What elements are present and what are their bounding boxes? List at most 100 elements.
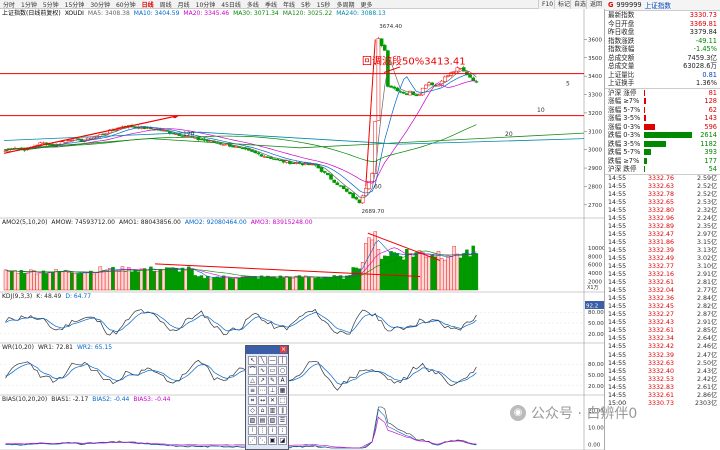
candle-body — [319, 167, 324, 172]
draw-tool-button[interactable]: ◪ — [278, 436, 287, 445]
candle-body — [389, 85, 393, 88]
draw-tool-button[interactable]: │ — [278, 356, 287, 365]
period-tab-0[interactable]: 分时 — [0, 0, 18, 9]
tick-list[interactable]: 14:55 3332.76 2.59 亿 14:55 3332.63 2.52 亿 14:55 3… — [605, 173, 720, 408]
toolbox-titlebar[interactable]: × — [246, 346, 288, 354]
draw-tool-button[interactable]: ≡ — [248, 386, 257, 395]
draw-tool-button[interactable]: ▥ — [268, 406, 277, 415]
tick-volume: 2.64 — [696, 335, 711, 343]
draw-tool-button[interactable]: ∿ — [258, 366, 267, 375]
tick-unit: 亿 — [711, 271, 718, 279]
kdj-d-label: D: 64.77 — [65, 293, 92, 300]
draw-tool-button[interactable]: ↔ — [258, 396, 267, 405]
volume-bar — [322, 276, 327, 291]
draw-tool-button[interactable]: A — [278, 376, 287, 385]
draw-tool-button[interactable]: ▦ — [278, 386, 287, 395]
tick-price: 3331.86 — [647, 238, 674, 246]
amow-label: AMOW: 74593712.00 — [51, 219, 116, 226]
period-tab-5[interactable]: 60分钟 — [113, 0, 139, 9]
draw-tool-button[interactable]: ⦚ — [248, 426, 257, 435]
tick-row: 14:55 3332.61 2.81 亿 — [605, 279, 720, 287]
draw-tool-button[interactable]: ╲ — [258, 356, 267, 365]
tick-time: 14:55 — [608, 263, 627, 271]
period-tab-16[interactable]: 多周期 — [333, 0, 357, 9]
chart-panel[interactable]: 3600 3500 3400 3300 3200 3100 3000 2900 2800 2700… — [0, 9, 606, 450]
tick-row: 14:55 3332.49 3.02 亿 — [605, 255, 720, 263]
draw-tool-button[interactable]: ⊥ — [268, 386, 277, 395]
draw-tool-button[interactable]: ⋱ — [258, 436, 267, 445]
period-tab-11[interactable]: 多线 — [244, 0, 262, 9]
period-tab-12[interactable]: 季线 — [262, 0, 280, 9]
draw-tool-button[interactable]: △ — [248, 376, 257, 385]
tick-volume: 3.15 — [696, 238, 711, 246]
volume-bar — [168, 267, 172, 291]
draw-tool-button[interactable]: ↗ — [258, 376, 267, 385]
period-tab-1[interactable]: 1分钟 — [18, 0, 40, 9]
volume-bar — [269, 277, 273, 291]
volume-bar — [63, 269, 68, 291]
volume-bar — [22, 272, 27, 291]
draw-tool-button[interactable]: ⌂ — [258, 406, 267, 415]
index-code: 999999 — [616, 1, 642, 9]
draw-tool-button[interactable]: ▨ — [248, 416, 257, 425]
tick-volume: 2.50 — [696, 359, 711, 367]
tick-volume: 2.53 — [696, 198, 711, 206]
period-tab-6[interactable]: 日线 — [139, 0, 157, 9]
breadth-row: 涨幅 0-3% 596 — [605, 123, 720, 132]
draw-tool-button[interactable]: ▭ — [268, 366, 277, 375]
draw-tool-button[interactable]: ↖ — [248, 356, 257, 365]
draw-tool-button[interactable]: ⋯ — [258, 386, 267, 395]
volume-bar — [60, 271, 65, 291]
period-tab-15[interactable]: 15秒 — [314, 0, 334, 9]
breadth-count: 54 — [708, 165, 717, 173]
draw-tool-button[interactable]: ⋮ — [258, 426, 267, 435]
drawing-toolbox[interactable]: × ↖ ╲ — │ ⌒ ∿ ▭ ○ △ ↗ ✎ A ≡ ⋯ ⊥ ▦ ⌗ ↔ ✕ ⬚ ◇ ⌂ ▥ ∥ ▨ ▤ ▧ ☰ ⦚ ⋮ ⁞ ⁝ ⋰ ⋱ ▣ ◪ — [245, 345, 289, 450]
close-icon[interactable]: × — [280, 346, 287, 353]
draw-tool-button[interactable]: — — [268, 356, 277, 365]
draw-tool-button[interactable]: ▤ — [258, 416, 267, 425]
period-tab-9[interactable]: 10分钟 — [193, 0, 219, 9]
period-tab-13[interactable]: 年线 — [280, 0, 298, 9]
volume-bar — [420, 252, 425, 291]
draw-tool-button[interactable]: ⁝ — [278, 426, 287, 435]
candle-body — [398, 91, 403, 93]
wr2-label: WR2: 65.15 — [77, 344, 113, 351]
draw-tool-button[interactable]: ◇ — [248, 406, 257, 415]
marker-5: 5 — [566, 80, 570, 87]
period-tab-2[interactable]: 5分钟 — [40, 0, 62, 9]
draw-tool-button[interactable]: ☰ — [278, 416, 287, 425]
candle-body — [354, 197, 359, 200]
draw-tool-button[interactable]: ∥ — [278, 406, 287, 415]
period-tab-3[interactable]: 15分钟 — [62, 0, 88, 9]
draw-tool-button[interactable]: ⋰ — [248, 436, 257, 445]
draw-tool-button[interactable]: ⌒ — [248, 366, 257, 375]
toolbar-button-3[interactable]: 返回 — [586, 0, 606, 9]
draw-tool-button[interactable]: ▣ — [268, 436, 277, 445]
period-tab-8[interactable]: 月线 — [175, 0, 193, 9]
breadth-label: 跌幅 ≥7% — [608, 156, 640, 165]
candle-body — [424, 84, 428, 89]
period-tab-7[interactable]: 周线 — [157, 0, 175, 9]
draw-tool-button[interactable]: ○ — [278, 366, 287, 375]
chart-svg[interactable]: 3600 3500 3400 3300 3200 3100 3000 2900 2800 2700… — [0, 9, 606, 450]
tick-price: 3332.76 — [647, 174, 674, 182]
tick-unit: 亿 — [711, 359, 718, 367]
period-tab-14[interactable]: 5秒 — [298, 0, 314, 9]
draw-tool-button[interactable]: ⌗ — [248, 396, 257, 405]
tick-unit: 亿 — [711, 230, 718, 238]
draw-tool-button[interactable]: ▧ — [268, 416, 277, 425]
period-tab-4[interactable]: 30分钟 — [87, 0, 113, 9]
draw-tool-button[interactable]: ⬚ — [278, 396, 287, 405]
breadth-row: 跌幅 5-7% 393 — [605, 148, 720, 157]
volume-bar — [224, 276, 229, 291]
period-tab-17[interactable]: 更多 — [357, 0, 375, 9]
draw-tool-button[interactable]: ✎ — [268, 376, 277, 385]
candle-body — [401, 91, 406, 94]
draw-tool-button[interactable]: ⁞ — [268, 426, 277, 435]
bias-legend: BIAS(10,20,20) BIAS1: -2.17 BIAS2: -0.44… — [0, 395, 584, 404]
volume-bar — [79, 272, 84, 291]
draw-tool-button[interactable]: ✕ — [268, 396, 277, 405]
period-tab-10[interactable]: 45日线 — [218, 0, 244, 9]
volume-axis-label: 10000 — [588, 246, 604, 252]
volume-bar — [66, 272, 71, 291]
